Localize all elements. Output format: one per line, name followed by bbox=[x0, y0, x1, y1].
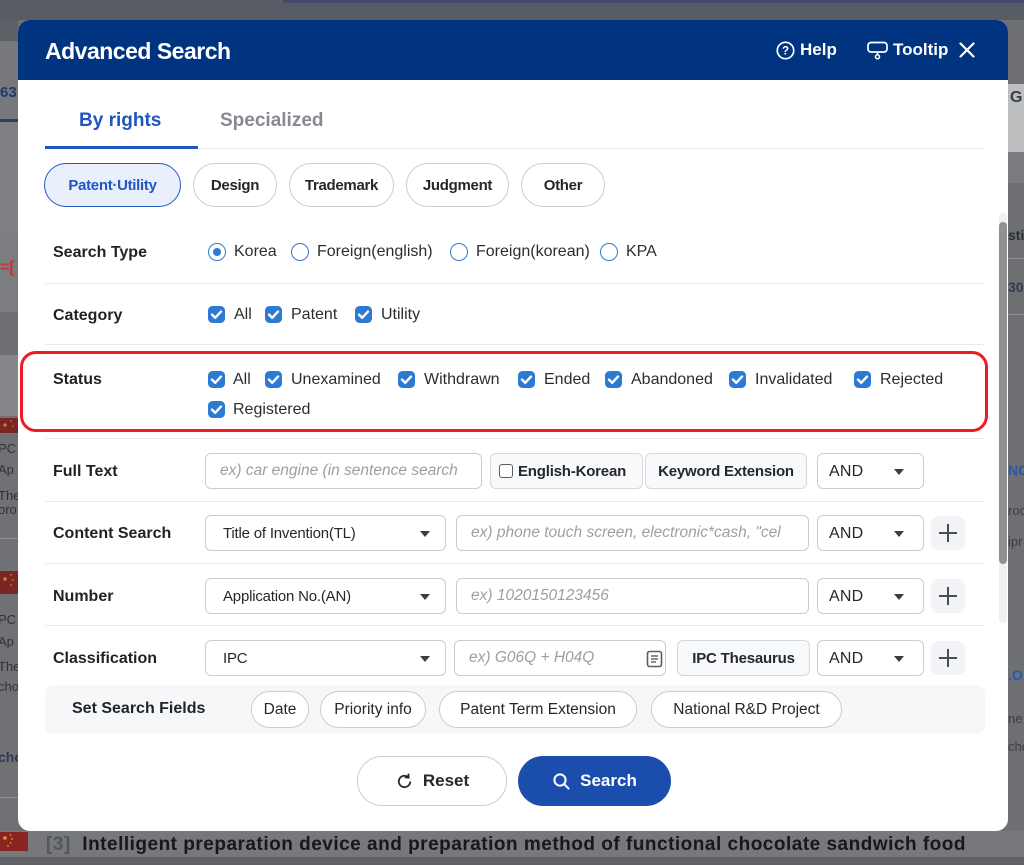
svg-text:?: ? bbox=[782, 45, 789, 57]
